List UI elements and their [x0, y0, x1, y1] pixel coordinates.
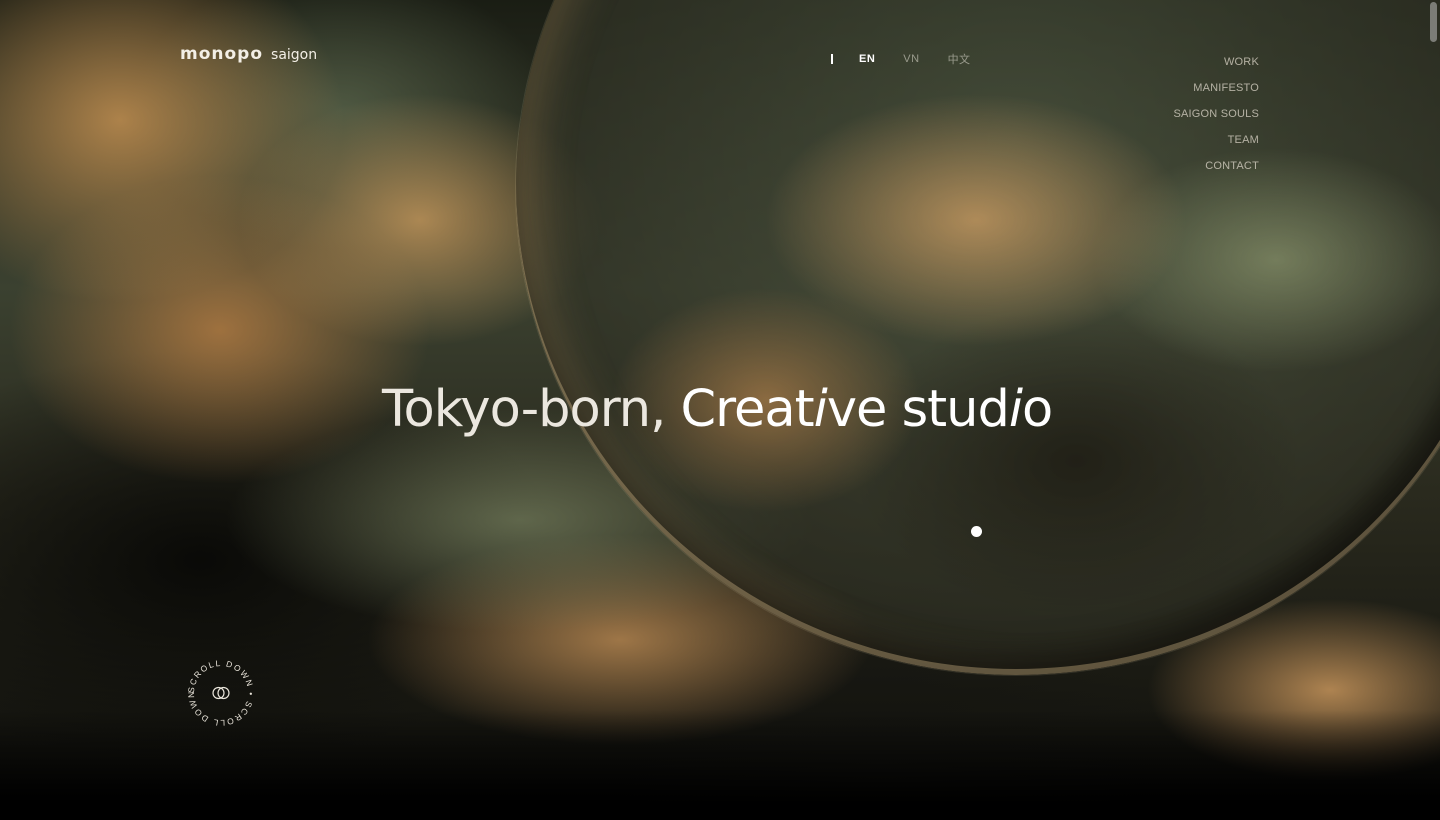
hero-headline: Tokyo-born, Creative studio [382, 380, 1053, 439]
headline-part-2: Creat [680, 380, 815, 439]
nav-manifesto[interactable]: MANIFESTO [1173, 75, 1259, 101]
headline-part-5: i [1008, 380, 1023, 439]
headline-part-1: Tokyo-born, [382, 380, 681, 439]
nav-saigon-souls[interactable]: SAIGON SOULS [1173, 101, 1259, 127]
scrollbar-thumb[interactable] [1430, 2, 1437, 42]
language-switcher: EN VN 中文 [831, 51, 999, 67]
scroll-down-badge-icon: SCROLL DOWN • SCROLL DOWN • [182, 648, 256, 728]
cursor-dot [971, 526, 982, 537]
nav-team[interactable]: TEAM [1173, 127, 1259, 153]
headline-part-3: i [813, 380, 828, 439]
nav-contact[interactable]: CONTACT [1173, 153, 1259, 179]
brand-location: saigon [271, 47, 318, 63]
lang-vn[interactable]: VN [903, 53, 919, 65]
nav-work[interactable]: WORK [1173, 49, 1259, 75]
headline-part-4: ve stud [826, 380, 1010, 439]
language-indicator [831, 54, 833, 64]
svg-text:SCROLL DOWN • SCROLL DOWN •: SCROLL DOWN • SCROLL DOWN • [184, 656, 256, 728]
scroll-down-text: SCROLL DOWN • SCROLL DOWN • [182, 648, 255, 728]
scroll-down-button[interactable]: SCROLL DOWN • SCROLL DOWN • [182, 648, 258, 730]
brand-logo[interactable]: monopo saigon [180, 44, 317, 64]
page-scrollbar[interactable] [1426, 0, 1440, 820]
lang-en[interactable]: EN [859, 53, 875, 65]
lang-zh[interactable]: 中文 [948, 51, 971, 67]
main-nav: WORK MANIFESTO SAIGON SOULS TEAM CONTACT [1173, 49, 1259, 179]
brand-name: monopo [180, 44, 264, 64]
headline-part-6: o [1022, 380, 1053, 439]
page: monopo saigon EN VN 中文 WORK MANIFESTO SA… [0, 0, 1440, 820]
